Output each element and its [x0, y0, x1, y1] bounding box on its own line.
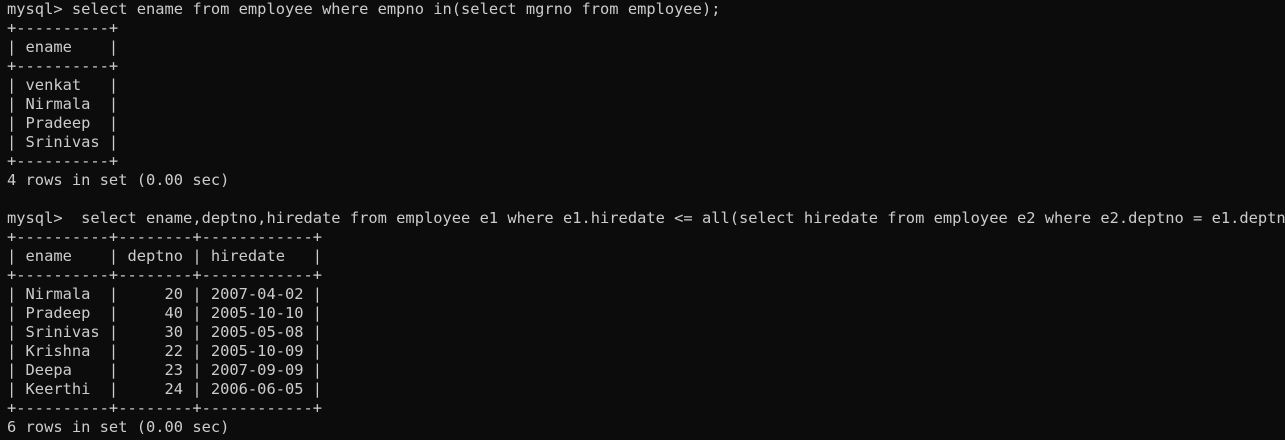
table-border-mid: +----------+--------+------------+: [7, 266, 323, 284]
table-row: | venkat |: [7, 76, 119, 94]
table-border-bottom: +----------+--------+------------+: [7, 399, 323, 417]
table-border-top: +----------+: [7, 19, 119, 37]
table-row: | Nirmala | 20 | 2007-04-02 |: [7, 285, 323, 303]
result-status: 4 rows in set (0.00 sec): [7, 171, 230, 189]
table-row: | Srinivas | 30 | 2005-05-08 |: [7, 323, 323, 341]
table-row: | Pradeep | 40 | 2005-10-10 |: [7, 304, 323, 322]
table-border-top: +----------+--------+------------+: [7, 228, 323, 246]
table-row: | Nirmala |: [7, 95, 119, 113]
table-row: | Krishna | 22 | 2005-10-09 |: [7, 342, 323, 360]
table-header: | ename |: [7, 38, 119, 56]
terminal-window[interactable]: mysql> select ename from employee where …: [0, 0, 1285, 440]
table-border-mid: +----------+: [7, 57, 119, 75]
table-row: | Deepa | 23 | 2007-09-09 |: [7, 361, 323, 379]
result-status: 6 rows in set (0.00 sec): [7, 418, 230, 436]
table-row: | Pradeep |: [7, 114, 119, 132]
command-line: mysql> select ename from employee where …: [7, 0, 721, 18]
table-row: | Srinivas |: [7, 133, 119, 151]
table-header: | ename | deptno | hiredate |: [7, 247, 323, 265]
command-line: mysql> select ename,deptno,hiredate from…: [7, 209, 1285, 227]
table-border-bottom: +----------+: [7, 152, 119, 170]
table-row: | Keerthi | 24 | 2006-06-05 |: [7, 380, 323, 398]
